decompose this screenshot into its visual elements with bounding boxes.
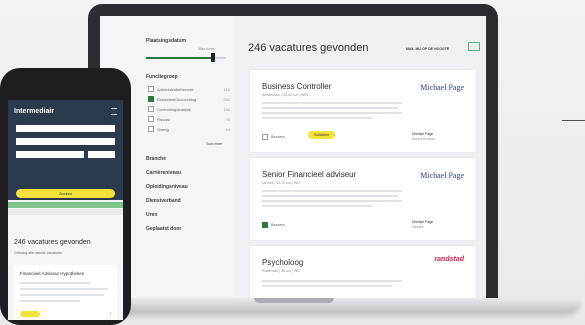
description-line: [262, 285, 392, 287]
michael-page-logo: Michael Page: [420, 171, 464, 180]
vacancy-title[interactable]: Business Controller: [262, 82, 331, 91]
filter-item-label: Overig: [157, 126, 169, 132]
description-line: [262, 195, 398, 197]
category-select[interactable]: [16, 151, 84, 158]
filter-item[interactable]: Overig 44: [148, 126, 230, 132]
filter-item[interactable]: Administratief/secret. 116: [148, 86, 230, 92]
results-count-title: 246 vacatures gevonden: [248, 42, 369, 54]
filter-group-carriere[interactable]: Carrièreniveau: [146, 170, 181, 176]
filter-subtitle[interactable]: Alles tonen: [198, 47, 215, 51]
vacancy-meta: Utrecht | 32-40 uur | WO: [262, 181, 300, 185]
mail-icon[interactable]: [468, 42, 480, 51]
filter-item-count: 78: [225, 116, 230, 122]
vacancy-title[interactable]: Senior Financieel adviseur: [262, 170, 356, 179]
filter-title: Plaatsingsdatum: [146, 38, 187, 44]
distance-select[interactable]: [88, 151, 115, 158]
decorative-line: [562, 120, 585, 121]
filter-item[interactable]: Controlling/analyse 136: [148, 106, 230, 112]
phone-apply-button[interactable]: [20, 311, 40, 317]
filter-bar[interactable]: [8, 202, 123, 208]
intermediair-logo[interactable]: Intermediair: [14, 108, 54, 115]
vacancy-card[interactable]: Senior Financieel adviseur Utrecht | 32-…: [250, 158, 476, 240]
description-line: [262, 190, 402, 192]
menu-icon[interactable]: [111, 108, 117, 115]
date-slider-fill: [146, 57, 212, 59]
company-name: Michael Page: [412, 132, 434, 136]
save-button[interactable]: Bewaren: [262, 222, 285, 228]
description-line: [20, 294, 104, 296]
michael-page-logo: Michael Page: [420, 83, 464, 92]
phone-vacancy-card[interactable]: Financieel Adviseur Hypotheken ›: [14, 265, 117, 320]
apply-button[interactable]: Solliciteer: [308, 131, 336, 139]
filter-group-dienstverband[interactable]: Dienstverband: [146, 198, 181, 204]
checkbox[interactable]: [148, 116, 154, 122]
randstad-logo: randstad: [434, 256, 464, 263]
chevron-right-icon[interactable]: ›: [109, 311, 111, 317]
search-button[interactable]: Zoeken: [16, 189, 115, 198]
phone-results-title: 246 vacatures gevonden: [14, 239, 91, 246]
company-location: Utrecht: [412, 225, 424, 229]
description-line: [262, 200, 402, 202]
description-line: [262, 112, 402, 114]
company-location: Noord-Holland: [412, 137, 435, 141]
show-more-link[interactable]: Toon meer: [206, 142, 223, 146]
vacancy-card[interactable]: Psycholoog Rotterdam | 36 uur | WO rands…: [250, 246, 476, 300]
description-line: [262, 107, 398, 109]
checkbox[interactable]: [148, 106, 154, 112]
description-line: [20, 288, 108, 290]
filter-item-label: Fiscaal: [157, 116, 170, 122]
filter-group-functiegroep[interactable]: Functiegroep: [146, 74, 178, 80]
phone-screen: Intermediair Zoeken 246 vacatures gevond…: [8, 100, 123, 320]
filter-item-count: 136: [223, 106, 230, 112]
description-line: [20, 282, 90, 284]
keyword-input[interactable]: [16, 125, 115, 132]
job-alert-link[interactable]: MAIL MIJ OP DE HOOGTE: [406, 47, 449, 51]
filter-item[interactable]: Financieel/Accounting 246: [148, 96, 230, 102]
company-name: Michael Page: [412, 220, 434, 224]
filter-item-count: 44: [225, 126, 230, 132]
description-line: [20, 300, 80, 302]
phone-frame: Intermediair Zoeken 246 vacatures gevond…: [0, 68, 131, 325]
filter-item-label: Financieel/Accounting: [157, 96, 197, 102]
description-line: [262, 117, 372, 119]
filter-item-count: 246: [223, 96, 230, 102]
laptop-screen: Plaatsingsdatum Alles tonen Functiegroep…: [100, 16, 486, 300]
phone-vacancy-title[interactable]: Financieel Adviseur Hypotheken: [20, 271, 84, 276]
filter-item-label: Administratief/secret.: [157, 86, 195, 92]
filter-bar-secondary[interactable]: [8, 209, 123, 215]
filter-item-label: Controlling/analyse: [157, 106, 192, 112]
checkbox[interactable]: [148, 126, 154, 132]
filter-item[interactable]: Fiscaal 78: [148, 116, 230, 122]
laptop-notch: [254, 298, 334, 303]
filter-group-uren[interactable]: Uren: [146, 212, 157, 218]
save-label: Bewaren: [271, 223, 285, 227]
vacancy-meta: Rotterdam | 36 uur | WO: [262, 269, 300, 273]
vacancy-meta: Amsterdam | 40-45 uur | HBO: [262, 93, 309, 97]
phone-header: Intermediair Zoeken: [8, 100, 123, 200]
heart-icon: [262, 222, 268, 228]
save-label: Bewaren: [271, 135, 285, 139]
checkbox[interactable]: [148, 86, 154, 92]
vacancy-title[interactable]: Psycholoog: [262, 258, 303, 267]
vacancy-card[interactable]: Business Controller Amsterdam | 40-45 uu…: [250, 70, 476, 152]
checkbox-checked[interactable]: [148, 96, 154, 102]
location-input[interactable]: [16, 138, 115, 145]
date-slider-handle[interactable]: [211, 53, 215, 62]
save-button[interactable]: Bewaren: [262, 134, 285, 140]
description-line: [262, 205, 372, 207]
phone-alert-note[interactable]: Ontvang alle nieuwe vacatures: [14, 251, 62, 255]
filter-group-opleiding[interactable]: Opleidingsniveau: [146, 184, 188, 190]
description-line: [262, 280, 402, 282]
filter-item-count: 116: [223, 86, 230, 92]
heart-icon: [262, 134, 268, 140]
description-line: [262, 102, 402, 104]
filter-group-geplaatst[interactable]: Geplaatst door: [146, 226, 181, 232]
filter-group-branche[interactable]: Branche: [146, 156, 166, 162]
